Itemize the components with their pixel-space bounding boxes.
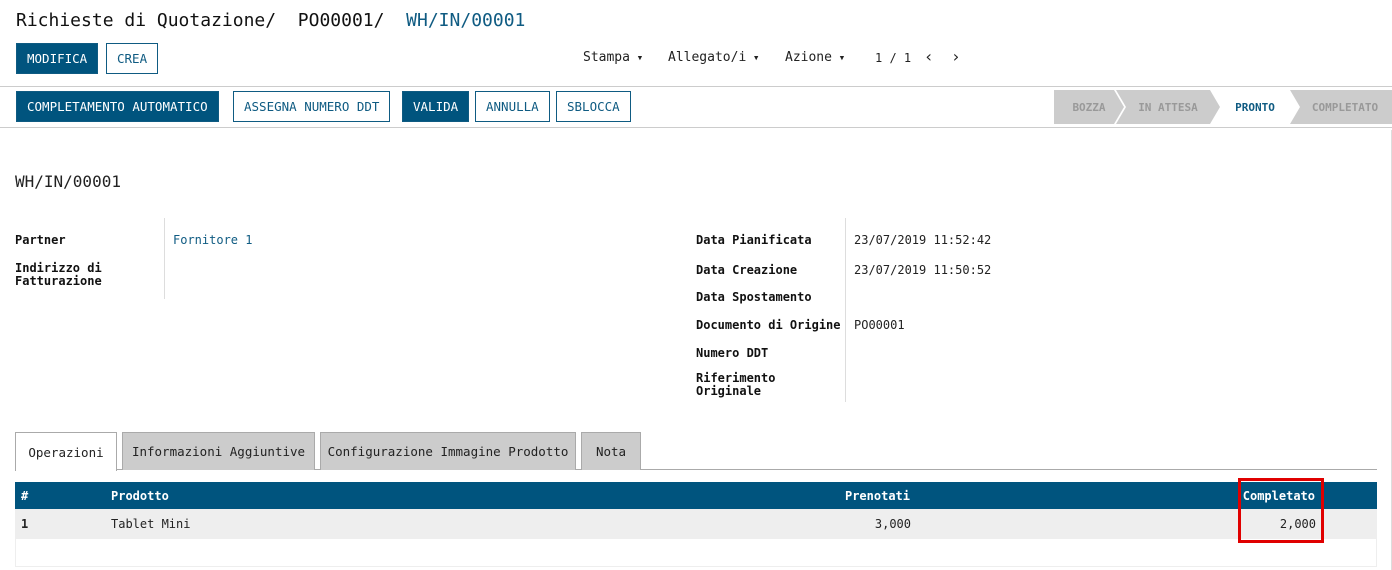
highlight-box: [1238, 478, 1324, 543]
col-header-number[interactable]: #: [15, 482, 106, 509]
partner-label: Partner: [15, 233, 66, 247]
col-header-product[interactable]: Prodotto: [105, 482, 546, 509]
invoice-address-label: Indirizzo di Fatturazione: [15, 261, 102, 288]
status-waiting[interactable]: IN ATTESA: [1116, 90, 1220, 124]
breadcrumb-sep: /: [373, 10, 385, 31]
original-ref-label: Riferimento Originale: [696, 371, 776, 398]
divider: [164, 218, 165, 299]
scheduled-date-label: Data Pianificata: [696, 233, 812, 247]
validate-button[interactable]: VALIDA: [402, 91, 470, 122]
tab-product-image-config[interactable]: Configurazione Immagine Prodotto: [320, 432, 576, 470]
row-reserved: 3,000: [874, 517, 911, 531]
tab-operations[interactable]: Operazioni: [15, 432, 117, 471]
tab-note[interactable]: Nota: [581, 432, 641, 470]
col-header-reserved[interactable]: Prenotati: [545, 482, 917, 509]
chevron-right-icon[interactable]: ›: [951, 47, 961, 66]
breadcrumb: Richieste di Quotazione/ PO00001/ WH/IN/…: [16, 10, 525, 31]
edit-button[interactable]: MODIFICA: [16, 43, 99, 74]
divider: [0, 127, 1392, 128]
origin-doc-label: Documento di Origine: [696, 318, 841, 332]
ddt-number-label: Numero DDT: [696, 346, 769, 360]
status-done[interactable]: COMPLETATO: [1290, 90, 1392, 124]
cancel-button[interactable]: ANNULLA: [475, 91, 550, 122]
row-product[interactable]: Tablet Mini: [105, 509, 196, 539]
auto-complete-button[interactable]: COMPLETAMENTO AUTOMATICO: [16, 91, 219, 122]
assign-ddt-button[interactable]: ASSEGNA NUMERO DDT: [233, 91, 391, 122]
record-title: WH/IN/00001: [15, 172, 121, 191]
divider: [0, 86, 1392, 87]
tab-additional-info[interactable]: Informazioni Aggiuntive: [122, 432, 315, 470]
attachments-dropdown[interactable]: Allegato/i: [668, 50, 760, 65]
pager-value: 1 / 1: [875, 51, 912, 65]
chevron-left-icon[interactable]: ‹: [924, 47, 934, 66]
breadcrumb-po[interactable]: PO00001: [298, 10, 374, 31]
creation-date-field[interactable]: 23/07/2019 11:50:52: [854, 264, 991, 277]
unlock-button[interactable]: SBLOCCA: [556, 91, 631, 122]
creation-date-label: Data Creazione: [696, 263, 798, 277]
move-date-label: Data Spostamento: [696, 290, 812, 304]
partner-link[interactable]: Fornitore 1: [173, 234, 252, 247]
action-dropdown[interactable]: Azione: [785, 50, 845, 65]
row-number: 1: [21, 517, 29, 531]
breadcrumb-sep: /: [265, 10, 277, 31]
origin-doc-field[interactable]: PO00001: [854, 319, 905, 332]
create-button[interactable]: CREA: [106, 43, 159, 74]
breadcrumb-current: WH/IN/00001: [406, 10, 526, 31]
scheduled-date-field[interactable]: 23/07/2019 11:52:42: [854, 234, 991, 247]
status-ready[interactable]: PRONTO: [1212, 90, 1298, 124]
breadcrumb-rfq[interactable]: Richieste di Quotazione: [16, 10, 265, 31]
print-dropdown[interactable]: Stampa: [583, 50, 643, 65]
divider: [845, 218, 846, 402]
col-header-spacer: [1321, 482, 1377, 509]
status-draft[interactable]: BOZZA: [1054, 90, 1124, 124]
